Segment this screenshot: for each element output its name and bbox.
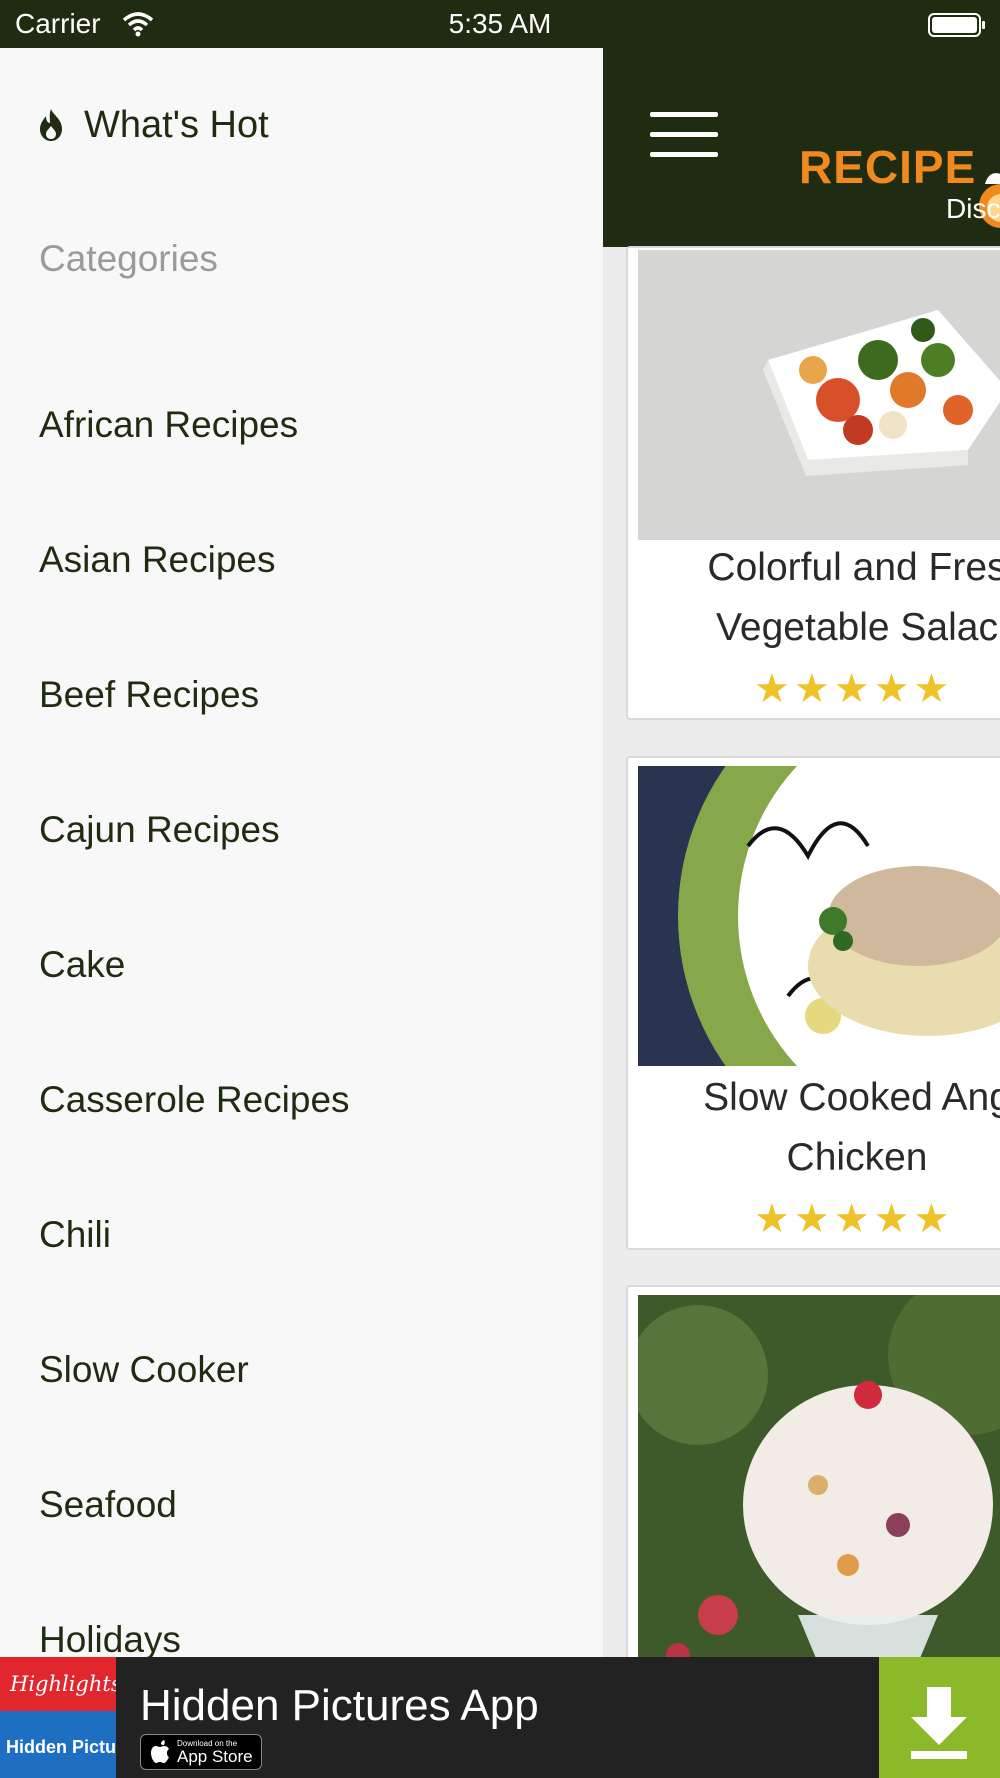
menu-bar-icon [650, 152, 718, 157]
category-item-casserole[interactable]: Casserole Recipes [39, 1070, 579, 1130]
download-button[interactable] [879, 1657, 1000, 1778]
category-item-asian[interactable]: Asian Recipes [39, 530, 579, 590]
recipe-photo [638, 1295, 1000, 1657]
whats-hot-item[interactable]: What's Hot [38, 100, 558, 150]
ad-brand-sub: Hidden Pictures [6, 1737, 116, 1757]
category-item-african[interactable]: African Recipes [39, 395, 579, 455]
ad-brand-name: Highlights [9, 1672, 116, 1696]
category-item-cake[interactable]: Cake [39, 935, 579, 995]
recipe-card[interactable]: Slow Cooked Ang Chicken ★★★★★ [626, 756, 1000, 1250]
menu-bar-icon [650, 112, 718, 117]
top-navbar: RECIPE Disc [603, 48, 1000, 247]
recipe-title-line1: Slow Cooked Ang [703, 1076, 1000, 1119]
app-store-badge[interactable]: Download on the App Store [140, 1734, 262, 1770]
ad-app-icon: Highlights Hidden Pictures [0, 1657, 116, 1778]
rating-stars: ★★★★★ [754, 667, 954, 711]
hamburger-menu-button[interactable] [650, 112, 718, 158]
category-item-seafood[interactable]: Seafood [39, 1475, 579, 1535]
apple-icon [151, 1740, 169, 1763]
logo-subtitle: Disc [946, 193, 1000, 224]
category-item-beef[interactable]: Beef Recipes [39, 665, 579, 725]
status-bar: Carrier 5:35 AM [0, 0, 1000, 48]
whats-hot-label: What's Hot [84, 103, 269, 146]
battery-icon [928, 13, 985, 37]
recipe-photo [638, 766, 1000, 1066]
recipe-title-line1: Colorful and Fres [707, 546, 1000, 589]
recipe-card[interactable]: Colorful and Fres Vegetable Salac ★★★★★ [626, 246, 1000, 720]
category-item-slow-cooker[interactable]: Slow Cooker [39, 1340, 579, 1400]
menu-bar-icon [650, 132, 718, 137]
category-item-chili[interactable]: Chili [39, 1205, 579, 1265]
download-icon [911, 1687, 967, 1759]
badge-big-text: App Store [177, 1746, 253, 1766]
side-drawer: What's Hot Categories African Recipes As… [0, 48, 603, 1657]
ad-headline: Hidden Pictures App [140, 1681, 539, 1730]
main-pane: RECIPE Disc Colorful and Fres Vegetable … [603, 48, 1000, 1657]
clock: 5:35 AM [448, 8, 552, 39]
logo-text: RECIPE [799, 141, 977, 193]
app-screen: Carrier 5:35 AM What's Hot Categories Af… [0, 0, 1000, 1778]
category-item-holidays[interactable]: Holidays [39, 1610, 579, 1657]
category-item-cajun[interactable]: Cajun Recipes [39, 800, 579, 860]
flame-icon [40, 109, 62, 141]
rating-stars: ★★★★★ [754, 1197, 954, 1241]
categories-heading: Categories [39, 238, 218, 279]
ad-banner[interactable]: Highlights Hidden Pictures Hidden Pictur… [0, 1657, 1000, 1778]
recipe-title-line2: Chicken [786, 1136, 928, 1179]
recipe-title-line2: Vegetable Salac [716, 606, 998, 649]
recipe-photo [638, 250, 1000, 540]
recipe-card[interactable] [626, 1285, 1000, 1657]
